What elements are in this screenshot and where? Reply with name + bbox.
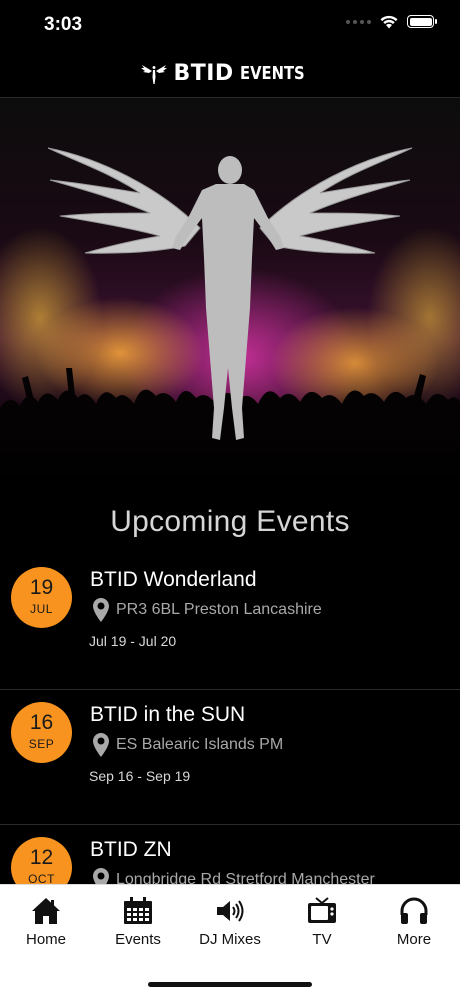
date-badge: 19 JUL (11, 567, 72, 628)
status-time: 3:03 (44, 14, 83, 35)
event-location: PR3 6BL Preston Lancashire (93, 598, 322, 622)
tab-label: More (396, 931, 432, 948)
calendar-icon (124, 897, 152, 924)
event-location-text: PR3 6BL Preston Lancashire (116, 601, 322, 618)
status-bar: 3:03 (0, 0, 460, 50)
brand-suffix: EVENTS (239, 63, 305, 84)
home-indicator (148, 982, 312, 987)
tab-dj-mixes[interactable]: DJ Mixes (184, 897, 276, 948)
hero-banner (0, 98, 460, 498)
event-row[interactable]: 19 JUL BTID Wonderland PR3 6BL Preston L… (0, 555, 460, 690)
map-pin-icon (93, 733, 109, 757)
tab-home[interactable]: Home (0, 897, 92, 948)
event-title: BTID ZN (90, 838, 172, 861)
event-dates: Jul 19 - Jul 20 (89, 633, 177, 649)
headphones-icon (400, 897, 428, 924)
tab-label: Events (115, 931, 161, 948)
event-location: ES Balearic Islands PM (93, 733, 283, 757)
tv-icon (308, 897, 336, 923)
tab-label: TV (312, 931, 332, 948)
date-day: 12 (29, 846, 54, 869)
app-header: BTID EVENTS (0, 50, 460, 98)
status-icons (346, 14, 437, 29)
event-location-text: ES Balearic Islands PM (116, 736, 284, 753)
event-row[interactable]: 16 SEP BTID in the SUN ES Balearic Islan… (0, 690, 460, 825)
tab-events[interactable]: Events (92, 897, 184, 948)
tab-label: DJ Mixes (199, 931, 261, 948)
signal-dots-icon (346, 19, 371, 24)
event-dates: Sep 16 - Sep 19 (89, 768, 191, 784)
tab-bar: Home Events DJ Mixes TV More (0, 884, 460, 996)
speaker-icon (217, 900, 244, 922)
section-title: Upcoming Events (110, 505, 350, 538)
event-title: BTID in the SUN (90, 703, 246, 726)
angel-figure-icon (47, 147, 413, 440)
date-badge: 16 SEP (11, 702, 72, 763)
date-day: 19 (29, 576, 54, 599)
map-pin-icon (93, 598, 109, 622)
event-title: BTID Wonderland (90, 568, 257, 591)
tab-tv[interactable]: TV (276, 897, 368, 948)
tab-more[interactable]: More (368, 897, 460, 948)
brand-name: BTID (173, 61, 234, 86)
date-day: 16 (29, 711, 54, 734)
wifi-icon (380, 15, 398, 29)
tab-label: Home (25, 931, 66, 948)
date-month: SEP (28, 737, 55, 751)
date-month: JUL (30, 602, 53, 616)
battery-icon (407, 15, 437, 28)
home-icon (32, 898, 60, 924)
winged-logo-icon (141, 64, 168, 84)
